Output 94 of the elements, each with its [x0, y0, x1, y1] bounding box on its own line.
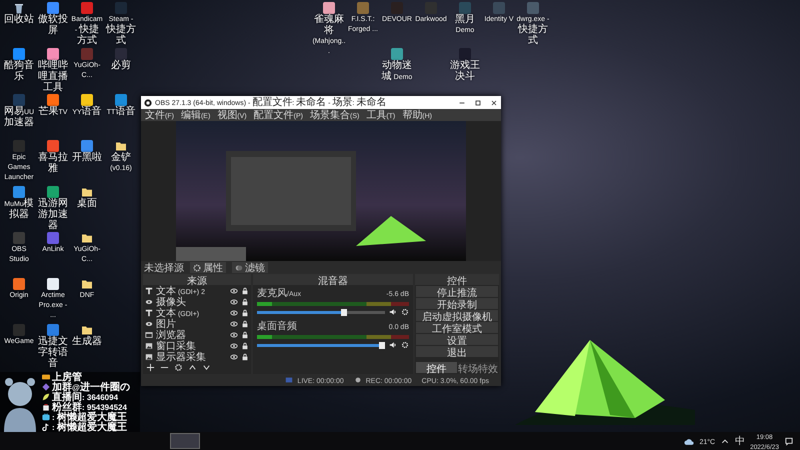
- icon-label[interactable]: 哔哩哔哩直播工具: [36, 61, 70, 94]
- eye-icon[interactable]: [230, 308, 238, 316]
- source-item[interactable]: 图片: [143, 318, 251, 329]
- volume-slider[interactable]: [257, 310, 385, 314]
- eye-icon[interactable]: [230, 352, 238, 360]
- control-button[interactable]: 开始录制: [416, 298, 498, 309]
- filter-icon: [235, 264, 243, 272]
- eye-icon[interactable]: [230, 330, 238, 338]
- icon-label[interactable]: 迅游网游加速器: [36, 199, 70, 232]
- icon-label[interactable]: 傲软投屏: [36, 15, 70, 37]
- tv-icon: [42, 413, 50, 421]
- dock-title: 来源: [143, 274, 251, 285]
- lock-icon[interactable]: [241, 330, 249, 338]
- eye-icon[interactable]: [230, 286, 238, 294]
- record-icon: [354, 376, 362, 384]
- overlay-text: : 树懒超爱大魔王: [52, 421, 127, 433]
- icon-label[interactable]: 酷狗音乐: [2, 61, 36, 83]
- overlay-text: : 树懒超爱大魔王: [52, 411, 127, 423]
- icon-label[interactable]: 迅捷文字转语音: [36, 337, 70, 370]
- icon-label[interactable]: 喜马拉雅: [36, 153, 70, 175]
- control-button[interactable]: 设置: [416, 334, 498, 345]
- lock-icon[interactable]: [241, 308, 249, 316]
- dock-title: 混音器: [253, 274, 413, 285]
- text-type-icon: [145, 308, 153, 316]
- app-icon[interactable]: [47, 48, 59, 60]
- control-button[interactable]: 停止推流: [416, 286, 498, 297]
- folder-icon[interactable]: [81, 324, 93, 336]
- properties-button[interactable]: 属性: [190, 262, 226, 273]
- lock-icon[interactable]: [241, 352, 249, 360]
- source-item[interactable]: 显示器采集: [143, 351, 251, 362]
- leaf-icon: [42, 393, 50, 401]
- gear-icon: [193, 264, 201, 272]
- source-item[interactable]: 浏览器: [143, 329, 251, 340]
- eye-shape-icon: [145, 298, 153, 306]
- dock-tab[interactable]: 控件: [416, 362, 456, 373]
- eye-icon[interactable]: [230, 320, 238, 328]
- icon-label[interactable]: 必剪: [104, 61, 138, 72]
- eye-shape-icon: [145, 320, 153, 328]
- settings-icon[interactable]: [401, 341, 409, 349]
- overlay-text: 直播间: 3646094: [52, 392, 118, 403]
- settings-icon[interactable]: [401, 308, 409, 316]
- icon-label[interactable]: 开黑啦: [70, 153, 104, 164]
- filters-button[interactable]: 滤镜: [232, 262, 268, 273]
- eye-icon[interactable]: [230, 298, 238, 306]
- folder-icon[interactable]: [81, 186, 93, 198]
- text-type-icon: [145, 286, 153, 294]
- app-icon[interactable]: [47, 278, 59, 290]
- app-logo-icon: [144, 98, 152, 106]
- dock-tab[interactable]: 转场特效: [458, 362, 498, 373]
- lock-icon[interactable]: [241, 320, 249, 328]
- lock-icon[interactable]: [241, 298, 249, 306]
- icon-label[interactable]: 回收站: [2, 15, 36, 26]
- input-method[interactable]: 中: [735, 434, 746, 448]
- icon-label[interactable]: 桌面: [70, 199, 104, 210]
- control-button[interactable]: 工作室模式: [416, 322, 498, 333]
- folder-icon[interactable]: [115, 140, 127, 152]
- folder-icon[interactable]: [81, 278, 93, 290]
- window-icon: [145, 330, 153, 338]
- app-icon[interactable]: [81, 94, 93, 106]
- overlay-text: 上房管: [52, 371, 82, 383]
- overlay-text: 加群@进一件圈の: [52, 382, 130, 393]
- live-icon: [285, 376, 294, 384]
- source-item[interactable]: 窗口采集: [143, 340, 251, 351]
- notification-icon[interactable]: [784, 436, 794, 446]
- image-icon: [145, 352, 153, 360]
- settings-icon[interactable]: [174, 363, 183, 372]
- speaker-icon[interactable]: [389, 308, 397, 316]
- cloud-icon[interactable]: [684, 436, 694, 446]
- maximize-icon[interactable]: [474, 98, 482, 106]
- move-up-icon[interactable]: [188, 363, 197, 372]
- source-item[interactable]: 摄像头: [143, 296, 251, 307]
- medal-icon: [42, 373, 50, 381]
- eye-icon[interactable]: [230, 342, 238, 350]
- close-icon[interactable]: [490, 98, 498, 106]
- icon-label[interactable]: 游戏王决斗: [448, 61, 482, 83]
- music-note-icon: [42, 423, 50, 431]
- lock-icon[interactable]: [241, 342, 249, 350]
- control-button[interactable]: 退出: [416, 346, 498, 357]
- folder-icon[interactable]: [81, 232, 93, 244]
- control-button[interactable]: 启动虚拟摄像机: [416, 310, 498, 321]
- image-icon: [145, 342, 153, 350]
- bag-icon: [42, 403, 50, 411]
- gem-icon: [42, 383, 50, 391]
- move-down-icon[interactable]: [202, 363, 211, 372]
- dock-title: 控件: [415, 274, 499, 285]
- icon-label[interactable]: 生成器: [70, 337, 104, 348]
- channel-name: 桌面音频: [257, 320, 297, 333]
- no-source-label: 未选择源: [144, 262, 184, 274]
- recycle-bin-icon[interactable]: [13, 2, 25, 14]
- taskbar-app-thumbnail[interactable]: [170, 433, 200, 449]
- volume-slider[interactable]: [257, 344, 385, 346]
- speaker-icon[interactable]: [389, 341, 397, 349]
- add-icon[interactable]: [146, 363, 155, 372]
- lock-icon[interactable]: [241, 286, 249, 294]
